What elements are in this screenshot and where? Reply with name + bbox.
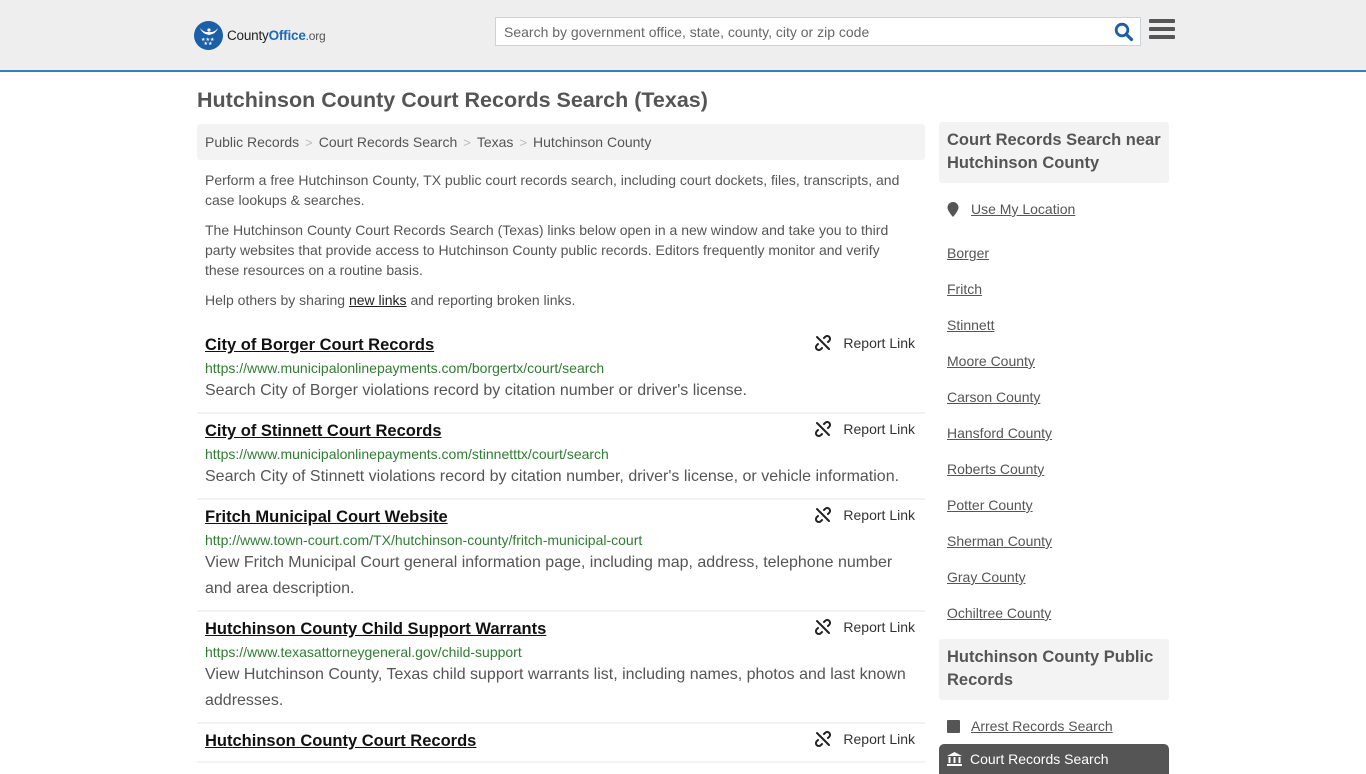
listing-description: View Hutchinson County, Texas child supp… — [205, 666, 906, 709]
public-records-heading: Hutchinson County Public Records — [939, 639, 1169, 700]
intro-paragraph: The Hutchinson County Court Records Sear… — [205, 222, 889, 278]
listing-item: City of Stinnett Court Records Report Li… — [197, 414, 925, 500]
broken-link-icon — [815, 421, 832, 437]
breadcrumb-public-records[interactable]: Public Records — [205, 134, 299, 150]
breadcrumb-court-records-search[interactable]: Court Records Search — [319, 134, 458, 150]
nearby-link[interactable]: Gray County — [947, 569, 1026, 585]
listing-url[interactable]: http://www.town-court.com/TX/hutchinson-… — [205, 529, 917, 551]
nearby-link[interactable]: Fritch — [947, 281, 982, 297]
listing-description: Search City of Stinnett violations recor… — [205, 468, 900, 485]
nearby-item-roberts-county: Roberts County — [947, 451, 1161, 487]
nearby-link[interactable]: Borger — [947, 245, 989, 261]
nearby-link[interactable]: Hansford County — [947, 425, 1052, 441]
report-link-button[interactable]: Report Link — [815, 731, 915, 747]
breadcrumb-texas[interactable]: Texas — [477, 134, 514, 150]
broken-link-icon — [815, 507, 832, 523]
public-records-item-court-active[interactable]: Court Records Search — [939, 744, 1169, 774]
report-link-button[interactable]: Report Link — [815, 507, 915, 523]
square-icon — [947, 719, 963, 733]
intro-paragraph: Perform a free Hutchinson County, TX pub… — [205, 172, 900, 208]
courthouse-icon — [947, 752, 962, 766]
listing-title-link[interactable]: Hutchinson County Child Support Warrants — [205, 617, 546, 641]
report-link-button[interactable]: Report Link — [815, 619, 915, 635]
listing-url[interactable]: https://www.municipalonlinepayments.com/… — [205, 443, 917, 465]
listing-title-link[interactable]: Fritch Municipal Court Website — [205, 505, 448, 529]
listing-description: View Fritch Municipal Court general info… — [205, 554, 893, 597]
listing-description: Search City of Borger violations record … — [205, 382, 747, 399]
listing-item: Fritch Municipal Court Website Report Li… — [197, 500, 925, 612]
broken-link-icon — [815, 619, 832, 635]
nearby-item-ochiltree-county: Ochiltree County — [947, 595, 1161, 631]
logo-wordmark: CountyOffice.org — [227, 27, 326, 43]
sidebar: Court Records Search near Hutchinson Cou… — [939, 122, 1169, 774]
site-header: ★★★ ★★ CountyOffice.org — [0, 0, 1366, 72]
listing-item: Hutchinson County Child Support Warrants… — [197, 612, 925, 724]
nearby-link[interactable]: Carson County — [947, 389, 1040, 405]
nearby-link[interactable]: Stinnett — [947, 317, 994, 333]
search-box — [495, 17, 1141, 46]
nearby-list: Use My Location Borger Fritch Stinnett M… — [939, 183, 1169, 631]
broken-link-icon — [815, 335, 832, 351]
nearby-heading: Court Records Search near Hutchinson Cou… — [939, 122, 1169, 183]
search-input[interactable] — [496, 18, 1096, 45]
listing-item: City of Borger Court Records Report Link… — [197, 328, 925, 414]
main-content: Public Records > Court Records Search > … — [197, 124, 925, 763]
nearby-item-stinnett: Stinnett — [947, 307, 1161, 343]
breadcrumb: Public Records > Court Records Search > … — [197, 124, 925, 160]
new-links-link[interactable]: new links — [349, 292, 407, 308]
listings: City of Borger Court Records Report Link… — [197, 328, 925, 763]
hamburger-menu-icon[interactable] — [1149, 19, 1175, 43]
nearby-link[interactable]: Moore County — [947, 353, 1035, 369]
listing-url[interactable]: https://www.municipalonlinepayments.com/… — [205, 357, 917, 379]
listing-title-link[interactable]: City of Stinnett Court Records — [205, 419, 442, 443]
nearby-item-hansford-county: Hansford County — [947, 415, 1161, 451]
breadcrumb-separator: > — [305, 134, 313, 150]
eagle-stars-logo-icon: ★★★ ★★ — [194, 20, 223, 50]
svg-text:★★: ★★ — [203, 41, 212, 45]
broken-link-icon — [815, 731, 832, 747]
nearby-link[interactable]: Potter County — [947, 497, 1033, 513]
listing-item: Hutchinson County Court Records Report L… — [197, 724, 925, 763]
listing-title-link[interactable]: Hutchinson County Court Records — [205, 729, 476, 753]
breadcrumb-separator: > — [463, 134, 471, 150]
search-icon[interactable] — [1114, 22, 1134, 42]
listing-title-link[interactable]: City of Borger Court Records — [205, 333, 434, 357]
nearby-link[interactable]: Roberts County — [947, 461, 1044, 477]
listing-url[interactable]: https://www.texasattorneygeneral.gov/chi… — [205, 641, 917, 663]
nearby-item-borger: Borger — [947, 235, 1161, 271]
nearby-item-potter-county: Potter County — [947, 487, 1161, 523]
nearby-link[interactable]: Sherman County — [947, 533, 1052, 549]
report-link-button[interactable]: Report Link — [815, 421, 915, 437]
use-my-location-link[interactable]: Use My Location — [971, 201, 1075, 217]
nearby-item-fritch: Fritch — [947, 271, 1161, 307]
help-paragraph: Help others by sharing new links and rep… — [205, 292, 576, 308]
report-link-button[interactable]: Report Link — [815, 335, 915, 351]
breadcrumb-hutchinson-county[interactable]: Hutchinson County — [533, 134, 651, 150]
use-location-item: Use My Location — [947, 199, 1161, 219]
arrest-records-search-link[interactable]: Arrest Records Search — [971, 718, 1113, 734]
breadcrumb-separator: > — [519, 134, 528, 150]
map-pin-icon — [947, 201, 963, 217]
nearby-item-moore-county: Moore County — [947, 343, 1161, 379]
nearby-item-gray-county: Gray County — [947, 559, 1161, 595]
nearby-item-carson-county: Carson County — [947, 379, 1161, 415]
nearby-item-sherman-county: Sherman County — [947, 523, 1161, 559]
public-records-list: Arrest Records Search — [939, 700, 1169, 736]
intro-text: Perform a free Hutchinson County, TX pub… — [197, 170, 925, 310]
page-title: Hutchinson County Court Records Search (… — [197, 88, 708, 112]
nearby-link[interactable]: Ochiltree County — [947, 605, 1051, 621]
site-logo[interactable]: ★★★ ★★ CountyOffice.org — [194, 20, 326, 50]
public-records-item-arrest: Arrest Records Search — [947, 716, 1161, 736]
